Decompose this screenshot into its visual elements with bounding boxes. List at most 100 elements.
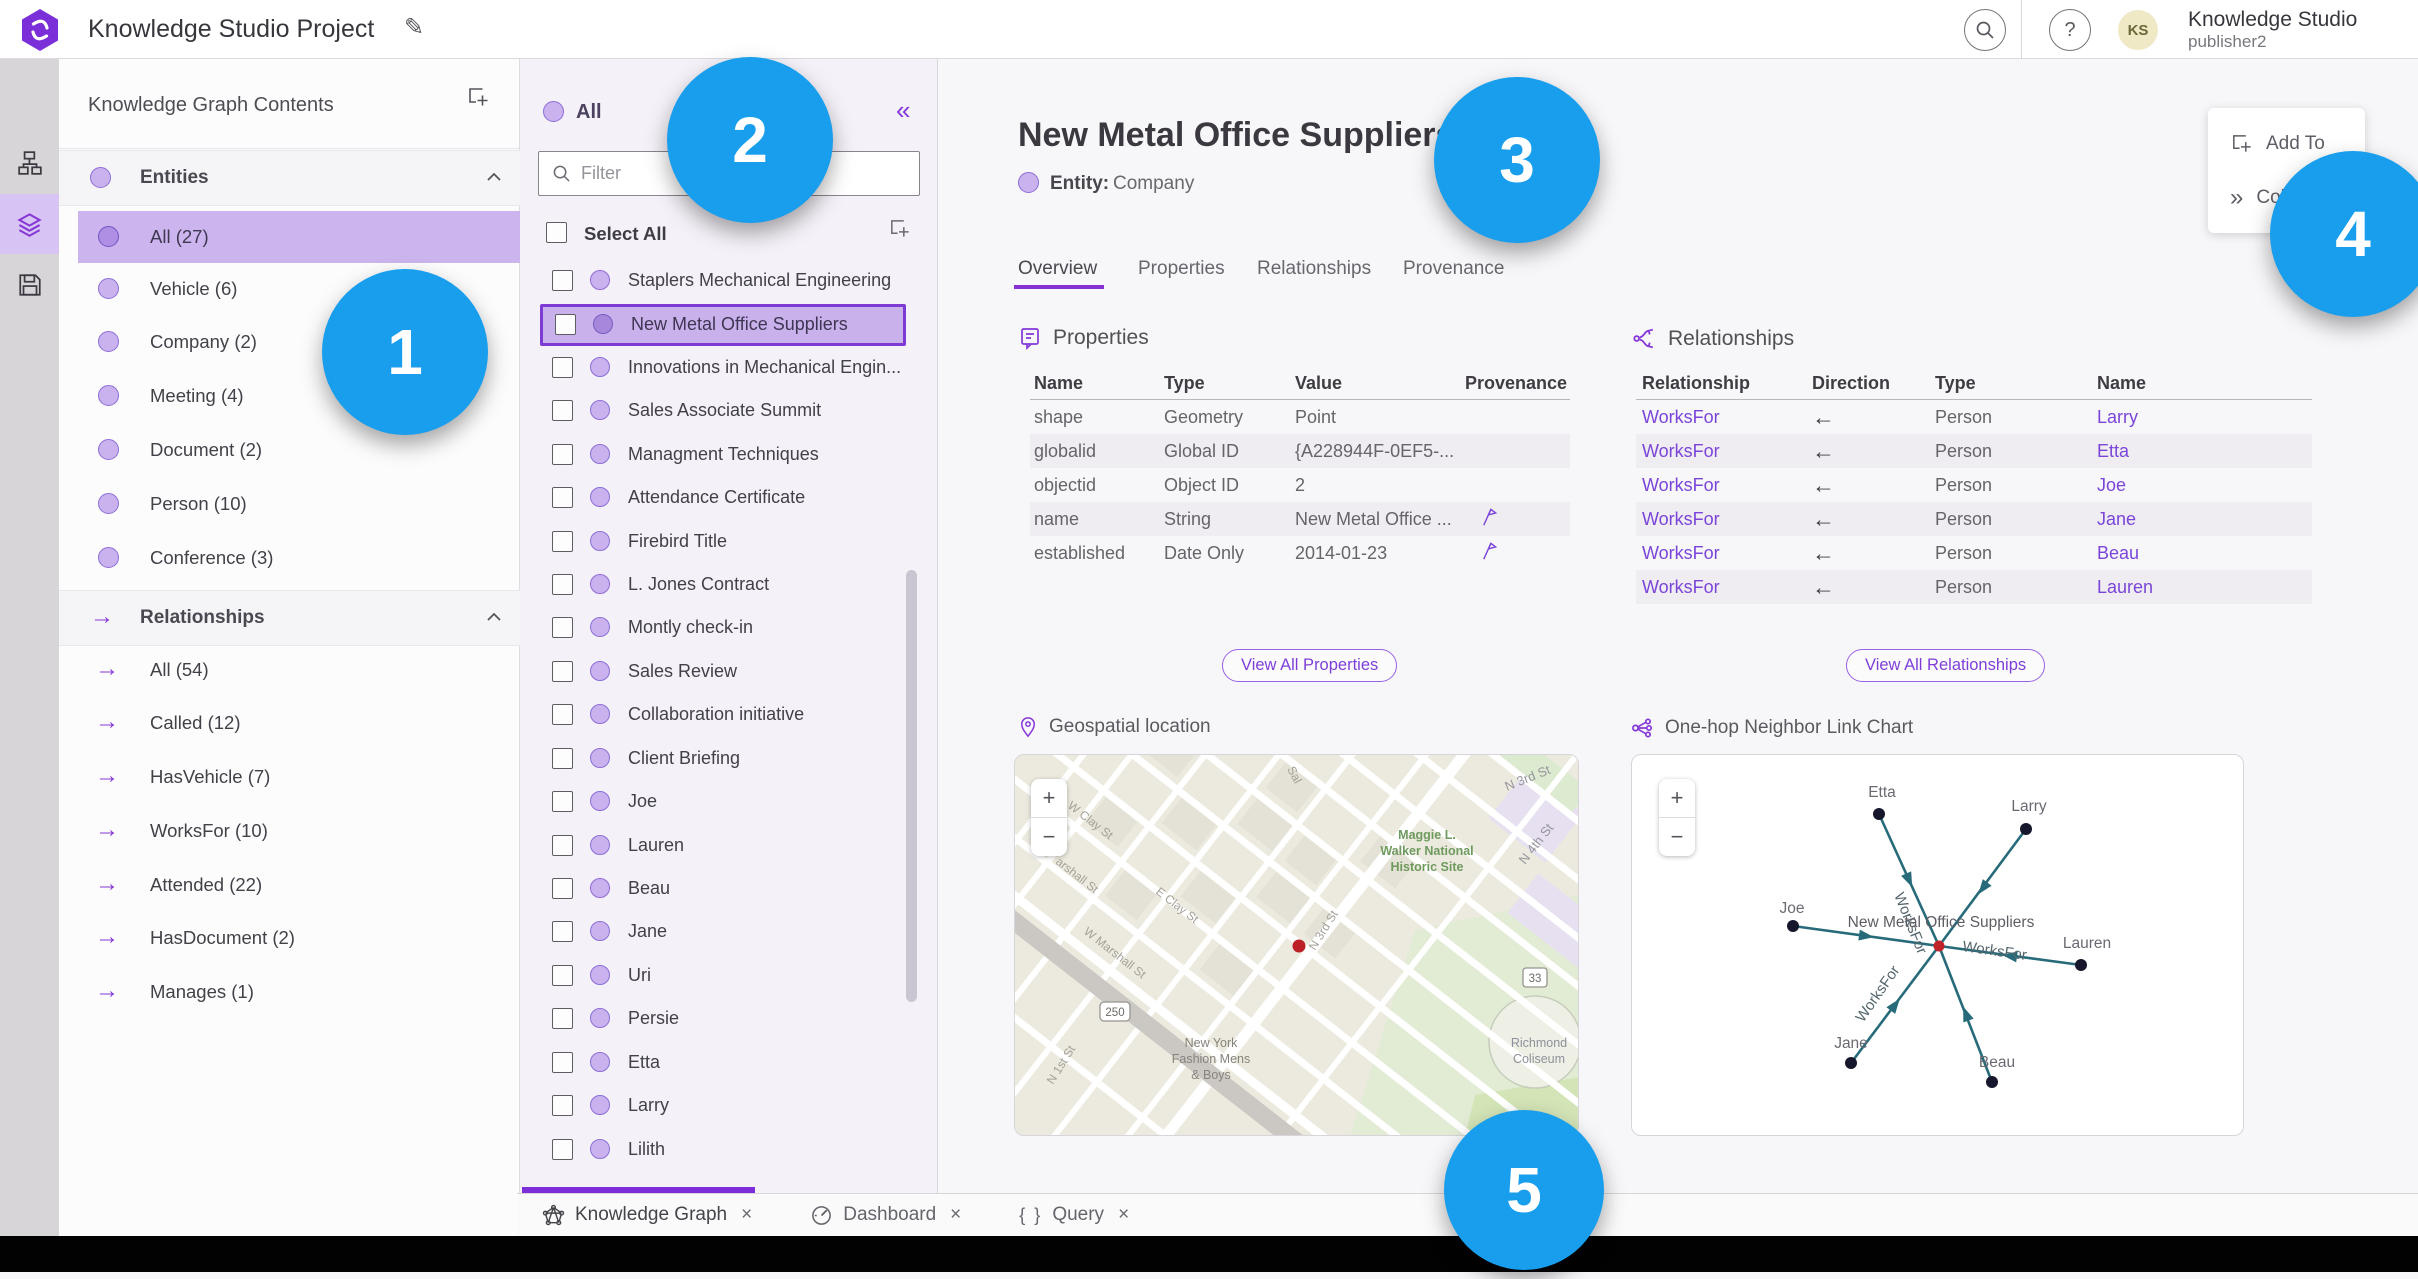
entity-link[interactable]: Larry xyxy=(2097,407,2318,428)
contents-rail-button[interactable] xyxy=(0,194,59,254)
tab-provenance[interactable]: Provenance xyxy=(1403,258,1504,280)
add-to-button[interactable]: Add To xyxy=(2230,132,2325,155)
item-checkbox[interactable] xyxy=(552,748,573,769)
item-checkbox[interactable] xyxy=(555,314,576,335)
provenance-flag-icon[interactable] xyxy=(1479,506,1498,527)
entity-link[interactable]: Jane xyxy=(2097,509,2318,530)
geospatial-map[interactable]: k Rd W Clay St Sal N 3rd St N 4th St ars… xyxy=(1014,754,1579,1136)
save-rail-button[interactable] xyxy=(0,255,59,315)
entity-link[interactable]: Beau xyxy=(2097,543,2318,564)
relationship-link[interactable]: WorksFor xyxy=(1642,475,1812,496)
item-checkbox[interactable] xyxy=(552,531,573,552)
close-tab-icon[interactable]: × xyxy=(950,1204,961,1226)
item-checkbox[interactable] xyxy=(552,400,573,421)
list-item[interactable]: Lilith xyxy=(520,1129,938,1171)
zoom-out-button[interactable]: − xyxy=(1659,818,1695,856)
add-to-panel-icon[interactable] xyxy=(466,85,490,109)
view-all-properties-button[interactable]: View All Properties xyxy=(1222,649,1398,682)
sidebar-item-conference[interactable]: Conference (3) xyxy=(59,532,520,584)
tab-overview[interactable]: Overview xyxy=(1018,258,1097,280)
item-checkbox[interactable] xyxy=(552,357,573,378)
item-checkbox[interactable] xyxy=(552,704,573,725)
bottom-tab-dashboard[interactable]: Dashboard × xyxy=(810,1204,961,1227)
list-item[interactable]: Beau xyxy=(520,868,938,910)
item-checkbox[interactable] xyxy=(552,661,573,682)
link-chart[interactable]: WorksFor WorksFor WorksFor Etta Larry Jo… xyxy=(1631,754,2244,1136)
sidebar-item-worksfor[interactable]: → WorksFor (10) xyxy=(59,805,520,857)
list-item[interactable]: Uri xyxy=(520,955,938,997)
entity-link[interactable]: Lauren xyxy=(2097,577,2318,598)
collapse-list-panel-icon[interactable]: « xyxy=(896,95,910,126)
entity-link[interactable]: Joe xyxy=(2097,475,2318,496)
item-checkbox[interactable] xyxy=(552,1095,573,1116)
list-item[interactable]: Attendance Certificate xyxy=(520,477,938,519)
help-button[interactable]: ? xyxy=(2049,9,2091,51)
tab-properties[interactable]: Properties xyxy=(1138,258,1225,280)
item-checkbox[interactable] xyxy=(552,270,573,291)
list-item[interactable]: Managment Techniques xyxy=(520,434,938,476)
list-item[interactable]: Persie xyxy=(520,998,938,1040)
item-checkbox[interactable] xyxy=(552,835,573,856)
item-checkbox[interactable] xyxy=(552,878,573,899)
relationships-section-header[interactable]: → Relationships xyxy=(59,590,520,646)
avatar[interactable]: KS xyxy=(2118,10,2158,50)
list-item[interactable]: Sales Associate Summit xyxy=(520,390,938,432)
list-item[interactable]: Sales Review xyxy=(520,651,938,693)
sidebar-item-called[interactable]: → Called (12) xyxy=(59,697,520,749)
sidebar-item-attended[interactable]: → Attended (22) xyxy=(59,859,520,911)
item-checkbox[interactable] xyxy=(552,1052,573,1073)
select-all-checkbox[interactable] xyxy=(546,222,567,243)
item-checkbox[interactable] xyxy=(552,617,573,638)
data-model-rail-button[interactable] xyxy=(0,133,59,193)
relationship-link[interactable]: WorksFor xyxy=(1642,577,1812,598)
relationship-link[interactable]: WorksFor xyxy=(1642,543,1812,564)
view-all-relationships-button[interactable]: View All Relationships xyxy=(1846,649,2046,682)
item-checkbox[interactable] xyxy=(552,1008,573,1029)
close-tab-icon[interactable]: × xyxy=(741,1204,752,1226)
list-item[interactable]: Montly check-in xyxy=(520,607,938,649)
list-item[interactable]: Innovations in Mechanical Engin... xyxy=(520,347,938,389)
entities-section-header[interactable]: Entities xyxy=(59,150,520,206)
list-item[interactable]: Jane xyxy=(520,911,938,953)
sidebar-item-manages[interactable]: → Manages (1) xyxy=(59,966,520,1018)
list-item[interactable]: Client Briefing xyxy=(520,738,938,780)
list-item[interactable]: Staplers Mechanical Engineering xyxy=(520,260,938,302)
search-button[interactable] xyxy=(1964,9,2006,51)
item-checkbox[interactable] xyxy=(552,1139,573,1160)
zoom-in-button[interactable]: + xyxy=(1659,779,1695,818)
list-item-selected[interactable]: New Metal Office Suppliers xyxy=(540,304,906,346)
relationship-link[interactable]: WorksFor xyxy=(1642,441,1812,462)
sidebar-item-hasvehicle[interactable]: → HasVehicle (7) xyxy=(59,751,520,803)
list-scrollbar[interactable] xyxy=(906,570,917,1002)
sidebar-item-hasdocument[interactable]: → HasDocument (2) xyxy=(59,912,520,964)
list-item[interactable]: Lauren xyxy=(520,825,938,867)
list-item[interactable]: Etta xyxy=(520,1042,938,1084)
zoom-out-button[interactable]: − xyxy=(1031,818,1067,856)
item-checkbox[interactable] xyxy=(552,444,573,465)
close-tab-icon[interactable]: × xyxy=(1118,1204,1129,1226)
bottom-tab-query[interactable]: { } Query × xyxy=(1019,1204,1129,1226)
item-checkbox[interactable] xyxy=(552,487,573,508)
sidebar-item-person[interactable]: Person (10) xyxy=(59,478,520,530)
bottom-tab-knowledge-graph[interactable]: Knowledge Graph × xyxy=(542,1204,752,1227)
relationship-link[interactable]: WorksFor xyxy=(1642,509,1812,530)
relationship-link[interactable]: WorksFor xyxy=(1642,407,1812,428)
item-checkbox[interactable] xyxy=(552,965,573,986)
edit-project-title-icon[interactable]: ✎ xyxy=(404,13,424,42)
list-item[interactable]: Joe xyxy=(520,781,938,823)
chevron-up-icon[interactable] xyxy=(486,172,502,182)
item-checkbox[interactable] xyxy=(552,791,573,812)
provenance-flag-icon[interactable] xyxy=(1479,540,1498,561)
entity-link[interactable]: Etta xyxy=(2097,441,2318,462)
sidebar-item-all-relationships[interactable]: → All (54) xyxy=(59,644,520,696)
zoom-in-button[interactable]: + xyxy=(1031,779,1067,818)
list-item[interactable]: Firebird Title xyxy=(520,521,938,563)
list-item[interactable]: L. Jones Contract xyxy=(520,564,938,606)
sidebar-item-document[interactable]: Document (2) xyxy=(59,424,520,476)
list-item[interactable]: Larry xyxy=(520,1085,938,1127)
item-checkbox[interactable] xyxy=(552,921,573,942)
chevron-up-icon[interactable] xyxy=(486,612,502,622)
item-checkbox[interactable] xyxy=(552,574,573,595)
add-to-list-icon[interactable] xyxy=(888,217,911,240)
center-node[interactable] xyxy=(1933,940,1945,952)
